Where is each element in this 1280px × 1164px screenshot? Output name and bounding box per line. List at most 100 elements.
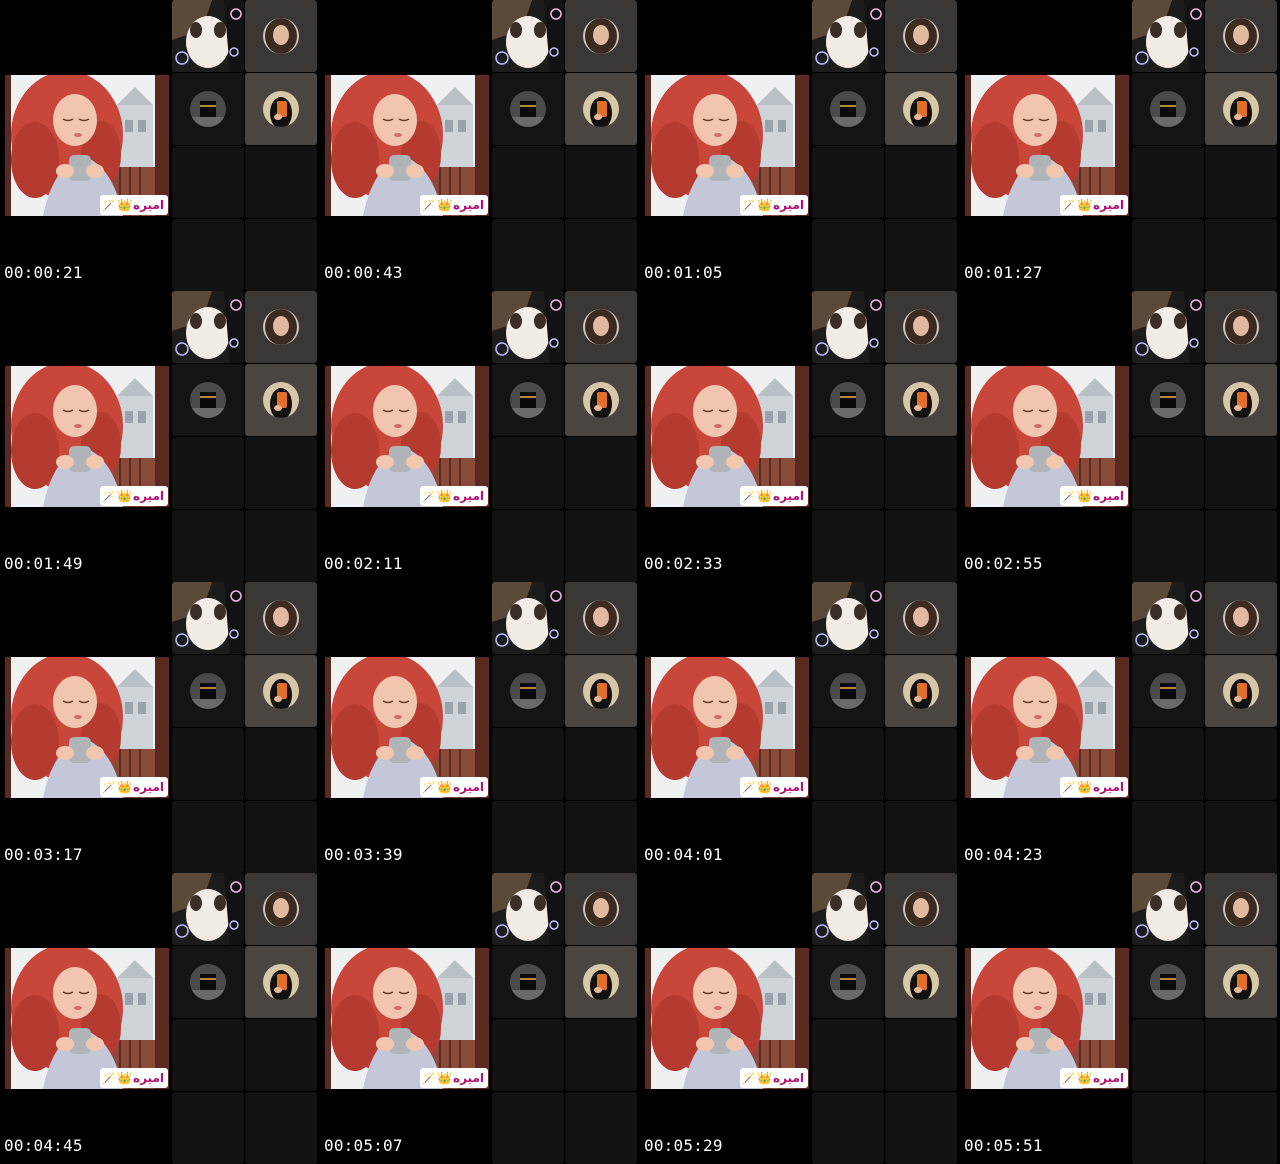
participant-tile-cat[interactable]	[1132, 0, 1204, 72]
participant-tile-cat[interactable]	[812, 873, 884, 945]
participant-tile-kaaba[interactable]	[812, 655, 884, 727]
crown-icon: 👑	[117, 1071, 132, 1085]
empty-tile	[565, 1019, 637, 1091]
host-video[interactable]: 🪄 👑 اميره	[965, 366, 1129, 507]
participant-tile-selfie[interactable]	[245, 655, 317, 727]
host-video[interactable]: 🪄 👑 اميره	[645, 948, 809, 1089]
participant-tile-cat[interactable]	[812, 582, 884, 654]
crown-icon: 👑	[1077, 1071, 1092, 1085]
participant-tile-selfie[interactable]	[565, 364, 637, 436]
participant-tile-selfie[interactable]	[885, 946, 957, 1018]
participant-tile-selfie[interactable]	[1205, 73, 1277, 145]
crown-icon: 👑	[1077, 780, 1092, 794]
host-video[interactable]: 🪄 👑 اميره	[325, 948, 489, 1089]
wand-icon: 🪄	[742, 1071, 757, 1085]
participant-tile-kaaba[interactable]	[812, 946, 884, 1018]
video-frame: 🪄 👑 اميره	[640, 0, 960, 291]
host-video[interactable]: 🪄 👑 اميره	[5, 366, 169, 507]
participant-tile-cat[interactable]	[1132, 291, 1204, 363]
frame-timestamp: 00:05:29	[644, 1136, 723, 1155]
participant-tile-selfie[interactable]	[1205, 655, 1277, 727]
participant-tile-cat[interactable]	[172, 873, 244, 945]
participant-tile-selfie[interactable]	[1205, 946, 1277, 1018]
host-video[interactable]: 🪄 👑 اميره	[325, 75, 489, 216]
empty-tile	[885, 219, 957, 291]
participant-tile-woman[interactable]	[245, 582, 317, 654]
participant-tile-woman[interactable]	[565, 291, 637, 363]
participant-tile-cat[interactable]	[172, 291, 244, 363]
participant-tile-woman[interactable]	[1205, 873, 1277, 945]
host-video[interactable]: 🪄 👑 اميره	[965, 948, 1129, 1089]
empty-tile	[812, 437, 884, 509]
cat-with-bubbles-icon	[492, 291, 564, 363]
participant-tile-cat[interactable]	[172, 0, 244, 72]
wand-icon: 🪄	[1062, 1071, 1077, 1085]
participant-tile-kaaba[interactable]	[812, 73, 884, 145]
frame-timestamp: 00:02:33	[644, 554, 723, 573]
participant-tile-woman[interactable]	[1205, 291, 1277, 363]
participant-tile-kaaba[interactable]	[172, 946, 244, 1018]
empty-tile	[172, 219, 244, 291]
participant-tile-woman[interactable]	[885, 291, 957, 363]
participant-tile-woman[interactable]	[565, 873, 637, 945]
frame-timestamp: 00:05:51	[964, 1136, 1043, 1155]
participant-tile-cat[interactable]	[1132, 873, 1204, 945]
cat-with-bubbles-icon	[492, 0, 564, 72]
host-video[interactable]: 🪄 👑 اميره	[5, 657, 169, 798]
host-video[interactable]: 🪄 👑 اميره	[645, 366, 809, 507]
host-video[interactable]: 🪄 👑 اميره	[5, 75, 169, 216]
host-video[interactable]: 🪄 👑 اميره	[325, 366, 489, 507]
participant-tile-selfie[interactable]	[565, 73, 637, 145]
participant-tile-kaaba[interactable]	[492, 73, 564, 145]
host-video[interactable]: 🪄 👑 اميره	[645, 657, 809, 798]
participant-tile-kaaba[interactable]	[492, 655, 564, 727]
participant-tile-kaaba[interactable]	[492, 946, 564, 1018]
frame-timestamp: 00:01:27	[964, 263, 1043, 282]
participant-tile-selfie[interactable]	[245, 364, 317, 436]
host-video[interactable]: 🪄 👑 اميره	[645, 75, 809, 216]
participant-tile-cat[interactable]	[492, 0, 564, 72]
participant-tile-kaaba[interactable]	[812, 364, 884, 436]
participant-tile-selfie[interactable]	[245, 73, 317, 145]
participant-tile-woman[interactable]	[245, 0, 317, 72]
participant-tile-kaaba[interactable]	[1132, 364, 1204, 436]
participant-tile-selfie[interactable]	[245, 946, 317, 1018]
participant-tile-cat[interactable]	[492, 873, 564, 945]
participant-tile-woman[interactable]	[885, 873, 957, 945]
participant-tile-kaaba[interactable]	[492, 364, 564, 436]
participant-tile-cat[interactable]	[172, 582, 244, 654]
participant-tile-selfie[interactable]	[565, 946, 637, 1018]
participant-tile-kaaba[interactable]	[1132, 946, 1204, 1018]
crown-icon: 👑	[117, 489, 132, 503]
host-name-tag: 🪄 👑 اميره	[100, 777, 168, 797]
participant-tile-selfie[interactable]	[565, 655, 637, 727]
participant-tile-woman[interactable]	[565, 582, 637, 654]
participant-tile-cat[interactable]	[812, 0, 884, 72]
host-video[interactable]: 🪄 👑 اميره	[5, 948, 169, 1089]
participant-tile-woman[interactable]	[565, 0, 637, 72]
participant-tile-woman[interactable]	[245, 873, 317, 945]
participant-tile-cat[interactable]	[1132, 582, 1204, 654]
participant-tile-selfie[interactable]	[885, 655, 957, 727]
participant-tile-kaaba[interactable]	[172, 73, 244, 145]
participant-tile-woman[interactable]	[1205, 0, 1277, 72]
host-video[interactable]: 🪄 👑 اميره	[965, 657, 1129, 798]
participant-tile-woman[interactable]	[885, 0, 957, 72]
participant-tile-cat[interactable]	[492, 291, 564, 363]
participant-tile-woman[interactable]	[245, 291, 317, 363]
participant-tile-kaaba[interactable]	[172, 364, 244, 436]
host-video[interactable]: 🪄 👑 اميره	[325, 657, 489, 798]
participant-tile-kaaba[interactable]	[1132, 73, 1204, 145]
participant-tile-selfie[interactable]	[1205, 364, 1277, 436]
woman-avatar-icon	[903, 18, 939, 54]
participant-tile-woman[interactable]	[1205, 582, 1277, 654]
participant-tile-cat[interactable]	[812, 291, 884, 363]
participant-tile-woman[interactable]	[885, 582, 957, 654]
participant-tile-cat[interactable]	[492, 582, 564, 654]
participant-tile-selfie[interactable]	[885, 364, 957, 436]
participant-tile-kaaba[interactable]	[1132, 655, 1204, 727]
participant-tile-selfie[interactable]	[885, 73, 957, 145]
host-video[interactable]: 🪄 👑 اميره	[965, 75, 1129, 216]
frame-timestamp: 00:04:45	[4, 1136, 83, 1155]
participant-tile-kaaba[interactable]	[172, 655, 244, 727]
